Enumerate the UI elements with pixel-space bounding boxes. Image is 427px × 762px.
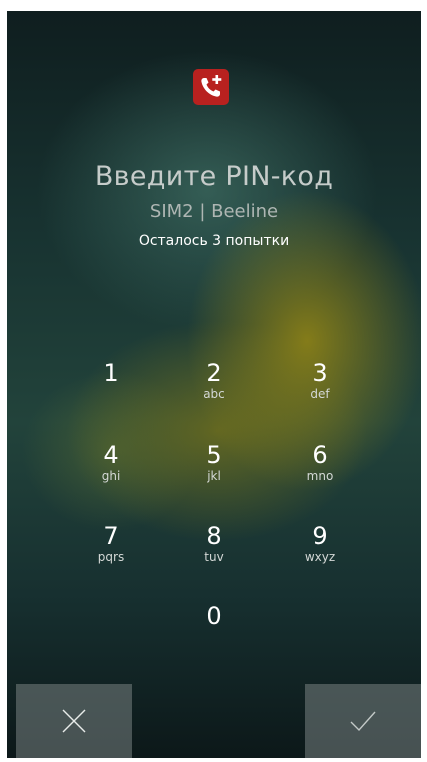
cancel-button[interactable] xyxy=(16,684,132,758)
key-2[interactable]: 2 abc xyxy=(159,351,269,421)
key-4[interactable]: 4 ghi xyxy=(56,433,166,503)
key-digit: 9 xyxy=(312,522,328,550)
close-icon xyxy=(62,709,86,733)
key-0[interactable]: 0 xyxy=(159,594,269,664)
key-letters: jkl xyxy=(207,469,221,483)
key-letters: ghi xyxy=(101,469,121,483)
key-digit: 3 xyxy=(312,359,328,387)
key-6[interactable]: 6 mno xyxy=(265,433,375,503)
attempts-remaining: Осталось 3 попытки xyxy=(138,233,290,249)
key-5[interactable]: 5 jkl xyxy=(159,433,269,503)
key-1[interactable]: 1 xyxy=(56,351,166,421)
key-digit: 0 xyxy=(206,602,222,630)
key-8[interactable]: 8 tuv xyxy=(159,514,269,584)
key-digit: 4 xyxy=(103,441,119,469)
key-letters: tuv xyxy=(204,550,224,564)
key-digit: 6 xyxy=(312,441,328,469)
checkmark-icon xyxy=(350,711,376,732)
key-7[interactable]: 7 pqrs xyxy=(56,514,166,584)
key-digit: 7 xyxy=(103,522,119,550)
key-digit: 1 xyxy=(103,359,119,387)
page-title: Введите PIN-код xyxy=(94,161,334,192)
key-digit: 2 xyxy=(206,359,222,387)
key-digit: 8 xyxy=(206,522,222,550)
key-letters: def xyxy=(310,387,330,401)
key-3[interactable]: 3 def xyxy=(265,351,375,421)
phone-plus-icon xyxy=(193,69,229,105)
key-letters: wxyz xyxy=(304,550,336,564)
key-letters: abc xyxy=(203,387,225,401)
confirm-button[interactable] xyxy=(305,684,421,758)
sim-label: SIM2 | Beeline xyxy=(149,201,279,222)
key-letters: pqrs xyxy=(97,550,125,564)
pin-entry-screen: Введите PIN-код SIM2 | Beeline Осталось … xyxy=(7,11,421,758)
key-digit: 5 xyxy=(206,441,222,469)
key-letters: mno xyxy=(306,469,334,483)
key-9[interactable]: 9 wxyz xyxy=(265,514,375,584)
